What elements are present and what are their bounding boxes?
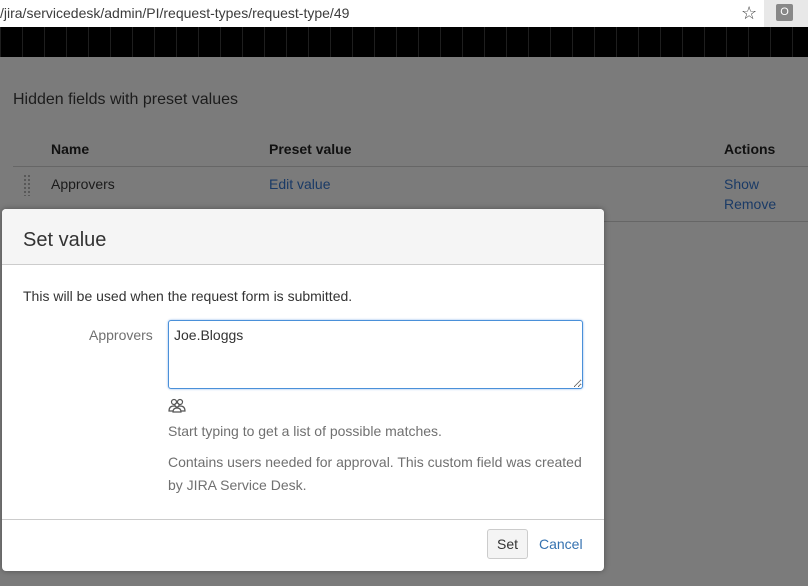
show-link[interactable]: Show xyxy=(724,176,759,192)
dialog-description: This will be used when the request form … xyxy=(23,288,353,304)
star-icon[interactable]: ☆ xyxy=(741,3,757,23)
drag-handle-icon[interactable] xyxy=(23,174,32,196)
extension-icon[interactable]: O xyxy=(776,4,793,21)
dialog-title: Set value xyxy=(23,229,107,251)
cancel-link[interactable]: Cancel xyxy=(539,536,583,552)
table-header-divider xyxy=(13,166,808,167)
column-header-actions: Actions xyxy=(724,141,776,157)
set-button[interactable]: Set xyxy=(487,529,528,559)
address-bar[interactable]: /jira/servicedesk/admin/PI/request-types… xyxy=(0,0,808,27)
url-text[interactable]: /jira/servicedesk/admin/PI/request-types… xyxy=(0,5,349,21)
approvers-label: Approvers xyxy=(89,327,153,343)
section-title: Hidden fields with preset values xyxy=(13,91,239,108)
app-header xyxy=(0,27,808,57)
approvers-input[interactable] xyxy=(168,320,583,389)
field-description: Contains users needed for approval. This… xyxy=(168,454,582,493)
remove-link[interactable]: Remove xyxy=(724,196,776,212)
user-group-icon[interactable] xyxy=(168,397,186,413)
dialog-footer-divider xyxy=(2,519,604,520)
dialog-header: Set value xyxy=(2,209,604,265)
row-name: Approvers xyxy=(51,176,115,192)
column-header-name: Name xyxy=(51,141,90,157)
set-value-dialog: Set value This will be used when the req… xyxy=(2,209,604,571)
edit-value-link[interactable]: Edit value xyxy=(269,176,330,192)
extension-area: O xyxy=(764,0,808,27)
field-help-hint: Start typing to get a list of possible m… xyxy=(168,423,442,439)
column-header-preset-value: Preset value xyxy=(269,141,352,157)
